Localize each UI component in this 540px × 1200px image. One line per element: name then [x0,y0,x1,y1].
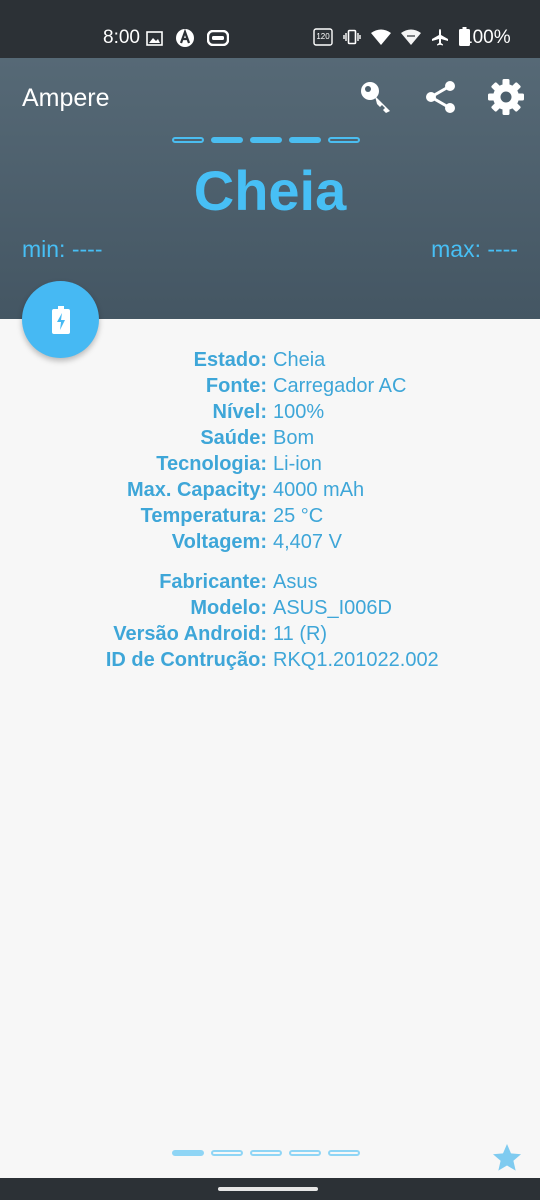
battery-charging-icon [51,305,70,334]
share-button[interactable] [422,78,460,116]
info-value: 4,407 V [273,531,342,553]
page-dot[interactable] [250,1150,282,1156]
info-label: Versão Android: [113,623,267,645]
info-row-build-id: ID de Contrução: RKQ1.201022.002 [0,647,540,673]
status-time: 8:00 [103,27,140,48]
info-value: 100% [273,401,325,423]
rate-button[interactable] [491,1142,523,1174]
page-indicator [172,1150,360,1156]
max-value: max: ---- [431,236,518,262]
battery-info-list: Estado: Cheia Fonte: Carregador AC Nível: 1… [0,347,540,673]
gallery-icon [146,30,163,46]
star-icon [493,1144,521,1171]
battery-percentage: 100% [462,27,511,48]
info-row-tecnologia: Tecnologia: Li-ion [0,451,540,477]
app-title: Ampere [22,84,110,112]
settings-icon [488,79,524,115]
a-icon [176,28,194,47]
info-value: Asus [273,571,318,593]
airplane-icon [432,28,448,45]
level-segment [250,137,282,143]
page-dot[interactable] [172,1150,204,1156]
info-value: Li-ion [273,453,322,475]
settings-button[interactable] [487,78,525,116]
info-label: Voltagem: [171,531,267,553]
info-value: 4000 mAh [273,479,365,501]
status-bar: 8:00 120 100% [0,0,540,58]
charge-status: Cheia [193,159,347,222]
info-value: 25 °C [273,505,324,527]
info-row-temperatura: Temperatura: 25 °C [0,503,540,529]
info-row-estado: Estado: Cheia [0,347,540,373]
level-segment [328,137,360,143]
level-segment [172,137,204,143]
info-label: Temperatura: [140,505,267,527]
signal-icon [401,29,421,45]
info-label: Tecnologia: [156,453,267,475]
info-row-modelo: Modelo: ASUS_I006D [0,595,540,621]
info-row-fabricante: Fabricante: Asus [0,569,540,595]
page-dot[interactable] [211,1150,243,1156]
info-label: Nível: [212,401,267,423]
info-label: Saúde: [200,427,267,449]
vibrate-icon [343,29,361,44]
page-dot[interactable] [328,1150,360,1156]
info-value: ASUS_I006D [273,597,392,619]
info-label: Max. Capacity: [126,479,267,501]
key-icon [361,82,390,113]
info-row-voltagem: Voltagem: 4,407 V [0,529,540,555]
level-indicator [172,137,360,143]
share-icon [426,81,455,113]
info-row-saude: Saúde: Bom [0,425,540,451]
info-value: Bom [273,427,315,449]
min-value: min: ---- [22,236,103,262]
info-value: RKQ1.201022.002 [273,649,439,671]
info-label: Fonte: [205,375,267,397]
info-label: Estado: [193,349,267,371]
page-dot[interactable] [289,1150,321,1156]
info-value: 11 (R) [273,623,328,645]
info-row-fonte: Fonte: Carregador AC [0,373,540,399]
info-value: Carregador AC [273,375,407,397]
refresh-rate-icon: 120 [313,27,333,46]
refresh-rate-label: 120 [316,32,330,41]
level-segment [289,137,321,143]
info-value: Cheia [273,349,326,371]
info-row-capacity: Max. Capacity: 4000 mAh [0,477,540,503]
home-gesture-handle[interactable] [218,1187,318,1191]
game-icon [207,30,229,46]
info-row-nivel: Nível: 100% [0,399,540,425]
info-label: ID de Contrução: [105,649,267,671]
level-segment [211,137,243,143]
info-label: Modelo: [190,597,267,619]
info-row-android: Versão Android: 11 (R) [0,621,540,647]
wifi-icon [371,29,391,45]
key-button[interactable] [357,78,395,116]
info-label: Fabricante: [159,571,267,593]
